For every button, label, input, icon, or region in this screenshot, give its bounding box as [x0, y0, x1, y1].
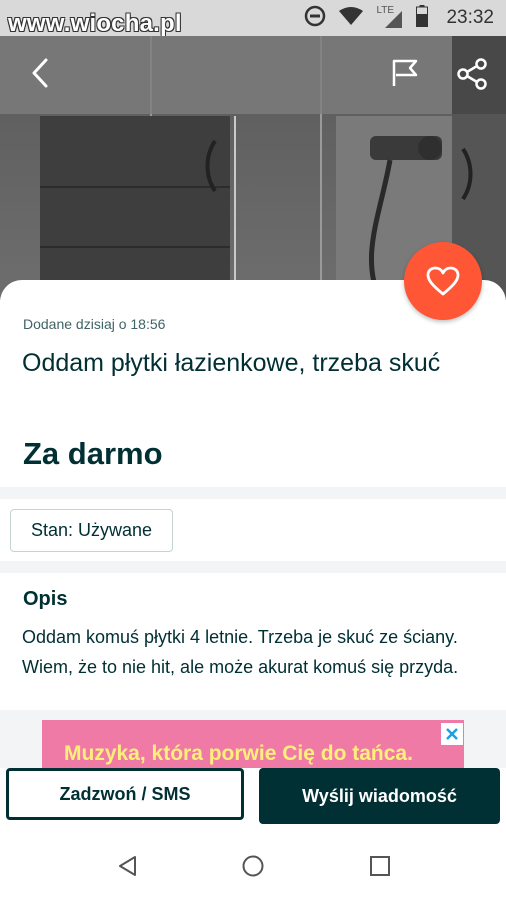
- heart-icon: [426, 266, 460, 296]
- nav-back-button[interactable]: [116, 854, 140, 878]
- battery-icon: [416, 4, 429, 32]
- status-icons: LTE 23:32: [304, 4, 494, 32]
- close-icon: [446, 728, 458, 740]
- listing-title: Oddam płytki łazienkowe, trzeba skuć: [22, 349, 441, 377]
- description-text: Oddam komuś płytki 4 letnie. Trzeba je s…: [22, 627, 459, 677]
- favorite-button[interactable]: [404, 242, 482, 320]
- flag-icon: [392, 59, 418, 86]
- share-icon: [457, 58, 487, 90]
- do-not-disturb-icon: [304, 5, 326, 32]
- divider: [0, 561, 506, 573]
- description-heading: Opis: [23, 588, 68, 610]
- call-sms-button[interactable]: Zadzwoń / SMS: [6, 768, 244, 820]
- divider: [0, 487, 506, 499]
- nav-home-button[interactable]: [241, 854, 265, 878]
- ad-banner[interactable]: Muzyka, która porwie Cię do tańca.: [42, 720, 464, 768]
- wifi-icon: [338, 6, 364, 31]
- square-recents-icon: [370, 856, 390, 876]
- share-button[interactable]: [456, 58, 488, 90]
- circle-home-icon: [242, 855, 264, 877]
- signal-icon: LTE: [376, 5, 404, 29]
- send-message-button[interactable]: Wyślij wiadomość: [259, 768, 500, 824]
- listing-price: Za darmo: [23, 436, 163, 471]
- back-button[interactable]: [24, 56, 58, 90]
- added-date: Dodane dzisiaj o 18:56: [23, 316, 166, 332]
- chevron-left-icon: [32, 58, 48, 88]
- condition-tag: Stan: Używane: [10, 509, 174, 552]
- ad-close-button[interactable]: [441, 723, 463, 745]
- status-time: 23:32: [446, 7, 494, 28]
- watermark-text: www.wiocha.pl: [8, 10, 182, 37]
- ad-text: Muzyka, która porwie Cię do tańca.: [64, 742, 413, 765]
- triangle-back-icon: [119, 856, 136, 876]
- nav-recents-button[interactable]: [368, 854, 392, 878]
- report-button[interactable]: [390, 58, 420, 88]
